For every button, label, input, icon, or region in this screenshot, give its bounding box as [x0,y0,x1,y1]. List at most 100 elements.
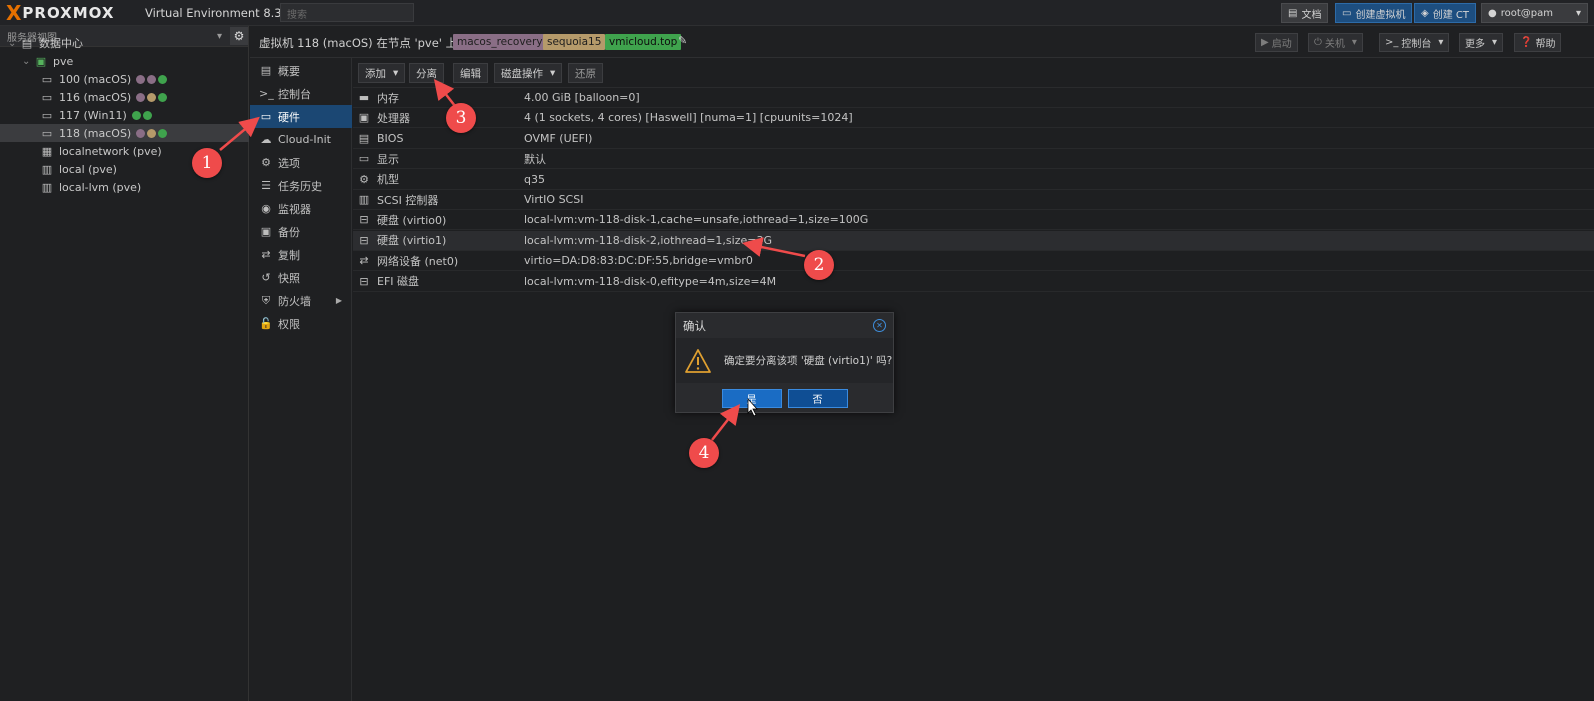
cube-icon: ◈ [1421,7,1429,19]
hardware-name: 硬盘 (virtio0) [377,213,447,227]
user-menu-button[interactable]: ● root@pam ▾ [1481,3,1588,23]
menu-item-label: 监视器 [278,202,311,216]
menu-item-label: 概要 [278,64,300,78]
menu-item[interactable]: ⚙ 选项 [250,151,352,174]
no-button[interactable]: 否 [787,389,848,408]
menu-item[interactable]: ▣ 备份 [250,220,352,243]
tag-dot [136,74,146,84]
tag-dot [136,92,146,102]
menu-item[interactable]: ▭ 硬件 [250,105,352,128]
shield-icon: ⛨ [261,293,271,307]
tree-item[interactable]: ▭ 118 (macOS) [0,124,249,142]
shutdown-button[interactable]: ⏻ 关机 ▾ [1308,33,1363,52]
close-icon[interactable]: ✕ [873,319,886,332]
more-button[interactable]: 更多 ▾ [1459,33,1504,52]
hardware-value: OVMF (UEFI) [524,131,593,145]
eye-icon: ◉ [261,202,271,215]
chevron-down-icon[interactable]: ⌄ [22,56,32,67]
tree-item[interactable]: ⌄ ▤ 数据中心 [0,34,249,52]
power-icon: ⏻ [1314,37,1322,48]
chevron-right-icon[interactable]: ▶ [336,296,342,305]
hardware-row[interactable]: ⊟ 硬盘 (virtio0) local-lvm:vm-118-disk-1,cac… [353,210,1594,231]
create-ct-button[interactable]: ◈ 创建 CT [1414,3,1476,23]
hardware-row[interactable]: ⊟ EFI 磁盘 local-lvm:vm-118-disk-0,efitype=4… [353,272,1594,292]
book-icon: ▤ [260,64,272,77]
menu-item[interactable]: ⇄ 复制 [250,243,352,266]
tree-item[interactable]: ▭ 117 (Win11) [0,106,249,124]
revert-button[interactable]: 还原 [568,63,603,83]
menu-item[interactable]: >_ 控制台 [250,82,352,105]
hardware-row[interactable]: ▥ SCSI 控制器 VirtIO SCSI [353,190,1594,210]
chevron-down-icon: ▾ [393,67,399,79]
hardware-row[interactable]: ▤ BIOS OVMF (UEFI) [353,129,1594,149]
vm-icon: ▭ [41,108,53,122]
proxmox-x-icon: X [6,1,22,25]
edit-tags-icon[interactable]: ✎ [678,34,687,47]
menu-item[interactable]: 🔓 权限 [250,312,352,335]
search-input[interactable]: 搜索 [280,3,414,22]
menu-item[interactable]: ☰ 任务历史 [250,174,352,197]
hardware-value: 4 (1 sockets, 4 cores) [Haswell] [numa=1… [524,111,853,125]
book-icon: ▤ [1288,7,1298,19]
menu-item-label: 防火墙 [278,294,311,308]
start-button[interactable]: ▶ 启动 [1255,33,1298,52]
vm-icon: ▭ [41,126,53,140]
floppy-icon: ▣ [260,225,272,238]
tag-badge: sequoia15 [543,34,606,50]
tag-dot [158,74,168,84]
hardware-name: 网络设备 (net0) [377,254,459,268]
disk-action-button[interactable]: 磁盘操作 ▾ [494,63,563,83]
resource-tree-panel: 服务器视图 ▾ ⚙ ⌄ ▤ 数据中心 ⌄ ▣ pve ▭ 100 (macOS) ▭ 116 (m… [0,26,249,701]
menu-item[interactable]: ☁ Cloud-Init [250,128,352,151]
database-icon: ▥ [358,193,370,206]
vm-side-menu: ▤ 概要 >_ 控制台 ▭ 硬件 ☁ Cloud-Init ⚙ 选项 ☰ 任务历史 ◉ 监视器 ▣ 备份 ⇄ 复制… [250,58,352,701]
hardware-value: local-lvm:vm-118-disk-0,efitype=4m,size=… [524,274,777,288]
add-button[interactable]: 添加 ▾ [358,63,406,83]
console-button[interactable]: >_ 控制台 ▾ [1379,33,1450,52]
tree-item[interactable]: ▭ 100 (macOS) [0,70,249,88]
unlock-icon: 🔓 [259,317,273,330]
docs-button[interactable]: ▤ 文档 [1281,3,1329,23]
tag-dot [142,110,152,120]
terminal-icon: >_ [259,87,274,100]
help-button[interactable]: ❓ 帮助 [1514,33,1562,52]
tree-item-label: local-lvm (pve) [59,180,142,194]
yes-button[interactable]: 是 [721,389,782,408]
hardware-row[interactable]: ▣ 处理器 4 (1 sockets, 4 cores) [Haswell] [nu… [353,108,1594,129]
hardware-value: 4.00 GiB [balloon=0] [524,91,640,104]
user-icon: ● [1488,7,1497,19]
menu-item[interactable]: ▤ 概要 [250,59,352,82]
tag-dot [158,128,168,138]
hardware-value: q35 [524,172,545,186]
detach-button[interactable]: 分离 [409,63,444,83]
chevron-down-icon[interactable]: ⌄ [8,38,18,49]
menu-item-label: 复制 [278,248,300,262]
proxmox-logo[interactable]: X PROXMOX [6,3,114,23]
menu-item[interactable]: ↺ 快照 [250,266,352,289]
hardware-row[interactable]: ▭ 显示 默认 [353,149,1594,170]
memory-icon: ▬ [358,91,370,104]
menu-item[interactable]: ◉ 监视器 [250,197,352,220]
tag-dot [147,128,157,138]
menu-item-label: 控制台 [278,87,311,101]
hardware-toolbar: 添加 ▾ 分离 编辑 磁盘操作 ▾ 还原 [353,58,1594,88]
hardware-row[interactable]: ⇄ 网络设备 (net0) virtio=DA:D8:83:DC:DF:55,bri… [353,251,1594,272]
tree-item[interactable]: ▥ local-lvm (pve) [0,178,249,196]
tree-item-label: pve [53,54,74,68]
tag-dot [131,110,141,120]
annotation-badge-3: 3 [446,103,476,133]
hardware-row[interactable]: ▬ 内存 4.00 GiB [balloon=0] [353,88,1594,108]
hardware-value: local-lvm:vm-118-disk-2,iothread=1,size=… [524,233,772,247]
menu-item[interactable]: ⛨ 防火墙 ▶ [250,289,352,312]
edit-button[interactable]: 编辑 [453,63,488,83]
tree-item-label: localnetwork (pve) [59,144,162,158]
create-vm-button[interactable]: ▭ 创建虚拟机 [1335,3,1413,23]
tree-item[interactable]: ▭ 116 (macOS) [0,88,249,106]
hardware-name: 内存 [377,91,399,105]
hardware-row[interactable]: ⚙ 机型 q35 [353,170,1594,190]
hardware-row[interactable]: ⊟ 硬盘 (virtio1) local-lvm:vm-118-disk-2,iot… [353,230,1594,251]
bios-icon: ▤ [358,131,370,145]
datacenter-icon: ▤ [21,36,33,50]
tree-item[interactable]: ⌄ ▣ pve [0,52,249,70]
tag-dot [147,92,157,102]
